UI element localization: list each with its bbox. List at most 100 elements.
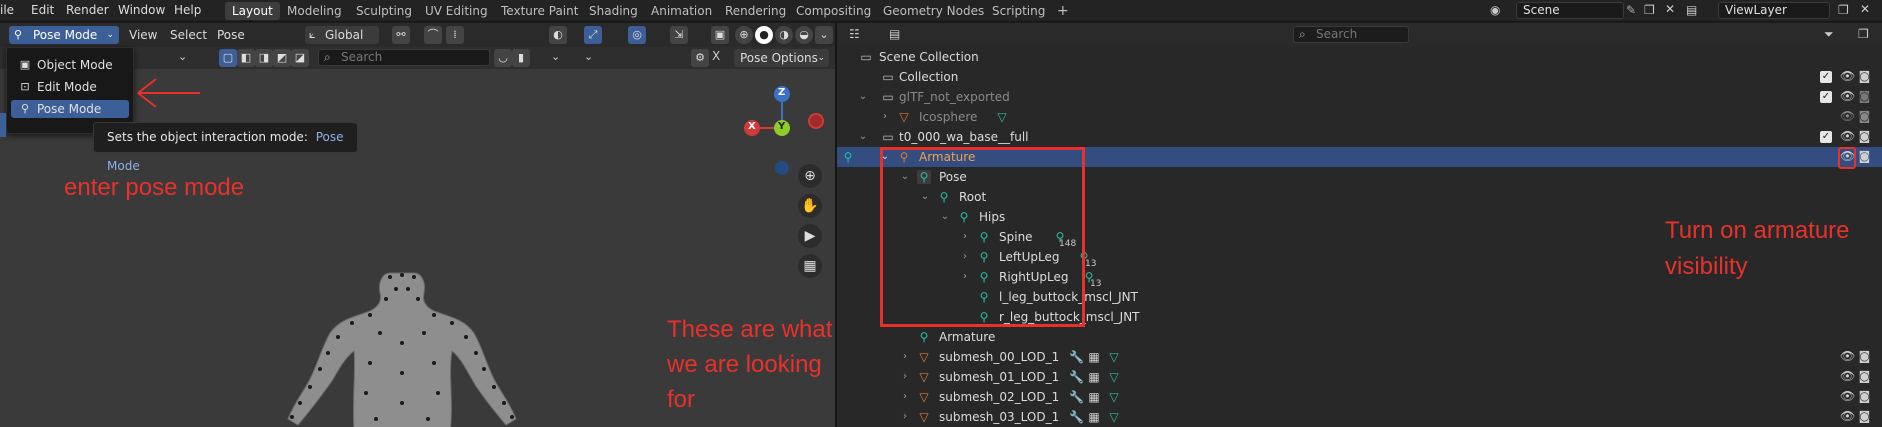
camera-render-icon[interactable]: ◙	[1858, 110, 1871, 123]
chevron-down-icon[interactable]: ⌄	[551, 50, 560, 63]
scene-icon[interactable]: ◉	[1490, 3, 1506, 19]
proportional-edit-icon[interactable]: ⚙	[691, 49, 709, 67]
rendered-shading-icon[interactable]: ◒	[795, 26, 813, 44]
menu-file[interactable]: ile	[0, 3, 14, 17]
new-scene-icon[interactable]: ❐	[1644, 3, 1655, 17]
delete-scene-icon[interactable]: ✕	[1665, 2, 1675, 16]
gizmo-icon[interactable]: ⤢	[584, 26, 602, 44]
snap-target-icon[interactable]: ⁞	[446, 26, 464, 44]
tab-geometry-nodes[interactable]: Geometry Nodes	[876, 2, 991, 20]
outliner-row[interactable]: ▭ Collection ✓ 👁 ◙	[837, 67, 1882, 87]
character-model[interactable]	[270, 253, 540, 427]
display-mode-icon[interactable]: ▤	[889, 27, 900, 41]
xray-icon[interactable]: ▣	[711, 26, 729, 44]
close-x-button[interactable]: X	[712, 49, 720, 63]
eye-icon[interactable]: 👁	[1840, 70, 1855, 83]
outliner-row[interactable]: › ▽ submesh_03_LOD_1 🔧 ▦ ▽ 👁 ◙	[837, 407, 1882, 427]
pan-hand-icon[interactable]: ✋	[798, 194, 822, 218]
outliner-row[interactable]: › ▽ submesh_02_LOD_1 🔧 ▦ ▽ 👁 ◙	[837, 387, 1882, 407]
overlay-icon[interactable]: ◎	[628, 26, 646, 44]
camera-render-icon[interactable]: ◙	[1858, 130, 1871, 143]
dropdown-item-object-mode[interactable]: ▣ Object Mode	[11, 56, 129, 74]
camera-render-icon[interactable]: ◙	[1858, 390, 1871, 403]
eye-icon[interactable]: 👁	[1840, 110, 1855, 123]
eye-icon[interactable]: 👁	[1840, 350, 1855, 363]
chevron-down-icon[interactable]: ⌄	[857, 127, 869, 147]
tab-uv-editing[interactable]: UV Editing	[418, 2, 495, 20]
transform-orientation[interactable]: ⟀ Global	[305, 26, 379, 44]
select-extend-icon[interactable]: ◧	[237, 49, 255, 67]
camera-render-icon[interactable]: ◙	[1858, 370, 1871, 383]
tab-layout[interactable]: Layout	[225, 2, 280, 20]
bookmark-icon[interactable]: ▮	[512, 49, 530, 67]
exclude-checkbox[interactable]: ✓	[1820, 91, 1832, 103]
view-layer-icon[interactable]: ▤	[1686, 3, 1697, 17]
pivot-icon[interactable]: ⚯	[392, 26, 410, 44]
menu-window[interactable]: Window	[118, 3, 165, 17]
select-box-icon[interactable]: ▢	[219, 49, 237, 67]
3d-viewport[interactable]: ⚲ Pose Mode ⌄ View Select Pose ⟀ Global …	[0, 23, 835, 427]
outliner-row[interactable]: › ▽ submesh_01_LOD_1 🔧 ▦ ▽ 👁 ◙	[837, 367, 1882, 387]
camera-render-icon[interactable]: ◙	[1858, 150, 1871, 163]
exclude-checkbox[interactable]: ✓	[1820, 131, 1832, 143]
grid-icon[interactable]: ▦	[798, 254, 822, 278]
eye-icon[interactable]: 👁	[1840, 370, 1855, 383]
tab-shading[interactable]: Shading	[582, 2, 645, 20]
outliner-row[interactable]: ▭ Scene Collection	[837, 47, 1882, 67]
eye-icon[interactable]: 👁	[1840, 90, 1855, 103]
outliner-row[interactable]: › ▽ submesh_00_LOD_1 🔧 ▦ ▽ 👁 ◙	[837, 347, 1882, 367]
select-intersect-icon[interactable]: ◪	[291, 49, 309, 67]
tab-modeling[interactable]: Modeling	[280, 2, 349, 20]
menu-render[interactable]: Render	[66, 3, 109, 17]
new-view-layer-icon[interactable]: ❐	[1838, 3, 1849, 17]
delete-view-layer-icon[interactable]: ✕	[1860, 2, 1870, 16]
select-invert-icon[interactable]: ◩	[273, 49, 291, 67]
add-workspace-button[interactable]: +	[1050, 2, 1076, 20]
camera-render-icon[interactable]: ◙	[1858, 410, 1871, 423]
chevron-right-icon[interactable]: ›	[899, 347, 911, 367]
tab-animation[interactable]: Animation	[644, 2, 719, 20]
outliner-search-input[interactable]: ⌕ Search	[1293, 26, 1409, 43]
camera-icon[interactable]: ▶	[798, 224, 822, 248]
tab-sculpting[interactable]: Sculpting	[349, 2, 419, 20]
pin-icon[interactable]: ✎	[1626, 3, 1636, 17]
chevron-down-icon[interactable]: ⌄	[857, 87, 869, 107]
filter-icon[interactable]: ⏷	[1824, 27, 1834, 42]
eye-icon[interactable]: 👁	[1840, 390, 1855, 403]
camera-render-icon[interactable]: ◙	[1858, 90, 1871, 103]
view-layer-field[interactable]: ViewLayer	[1718, 2, 1830, 19]
menu-edit[interactable]: Edit	[31, 3, 54, 17]
material-shading-icon[interactable]: ◑	[775, 26, 793, 44]
chevron-down-icon[interactable]: ⌄	[178, 50, 187, 63]
shading-options-icon[interactable]: ⌄	[815, 26, 833, 44]
tab-compositing[interactable]: Compositing	[789, 2, 878, 20]
menu-select[interactable]: Select	[164, 26, 213, 44]
chevron-down-icon[interactable]: ⌄	[584, 50, 593, 63]
new-collection-icon[interactable]: ❐	[1858, 27, 1869, 41]
dropdown-item-edit-mode[interactable]: ⊡ Edit Mode	[11, 78, 129, 96]
zoom-icon[interactable]: ⊕	[798, 164, 822, 188]
outliner-row[interactable]: ⚲ Armature	[837, 327, 1882, 347]
menu-pose[interactable]: Pose	[211, 26, 251, 44]
chevron-right-icon[interactable]: ›	[879, 107, 891, 127]
outliner-row[interactable]: ⌄ ▭ t0_000_wa_base__full ✓ 👁 ◙	[837, 127, 1882, 147]
viewport-search-input[interactable]: ⌕ Search	[318, 49, 490, 66]
eye-icon[interactable]: 👁	[1840, 410, 1855, 423]
scene-field[interactable]: Scene	[1516, 2, 1624, 19]
camera-render-icon[interactable]: ◙	[1858, 350, 1871, 363]
tab-rendering[interactable]: Rendering	[718, 2, 793, 20]
dropdown-item-pose-mode[interactable]: ⚲ Pose Mode	[11, 100, 129, 118]
solid-shading-icon[interactable]: ●	[755, 26, 773, 44]
filter-icon[interactable]: ◡	[494, 49, 512, 67]
mode-selector[interactable]: ⚲ Pose Mode ⌄	[9, 26, 119, 44]
chevron-right-icon[interactable]: ›	[899, 407, 911, 427]
menu-view[interactable]: View	[123, 26, 163, 44]
outliner-row[interactable]: ⌄ ▭ glTF_not_exported ✓ 👁 ◙	[837, 87, 1882, 107]
xray-bone-icon[interactable]: ⇲	[670, 26, 688, 44]
outliner-row[interactable]: › ▽ Icosphere ▽ 👁 ◙	[837, 107, 1882, 127]
chevron-right-icon[interactable]: ›	[899, 387, 911, 407]
eye-icon[interactable]: 👁	[1840, 130, 1855, 143]
visibility-icon[interactable]: ◐	[549, 26, 567, 44]
camera-render-icon[interactable]: ◙	[1858, 70, 1871, 83]
tab-texture-paint[interactable]: Texture Paint	[494, 2, 585, 20]
